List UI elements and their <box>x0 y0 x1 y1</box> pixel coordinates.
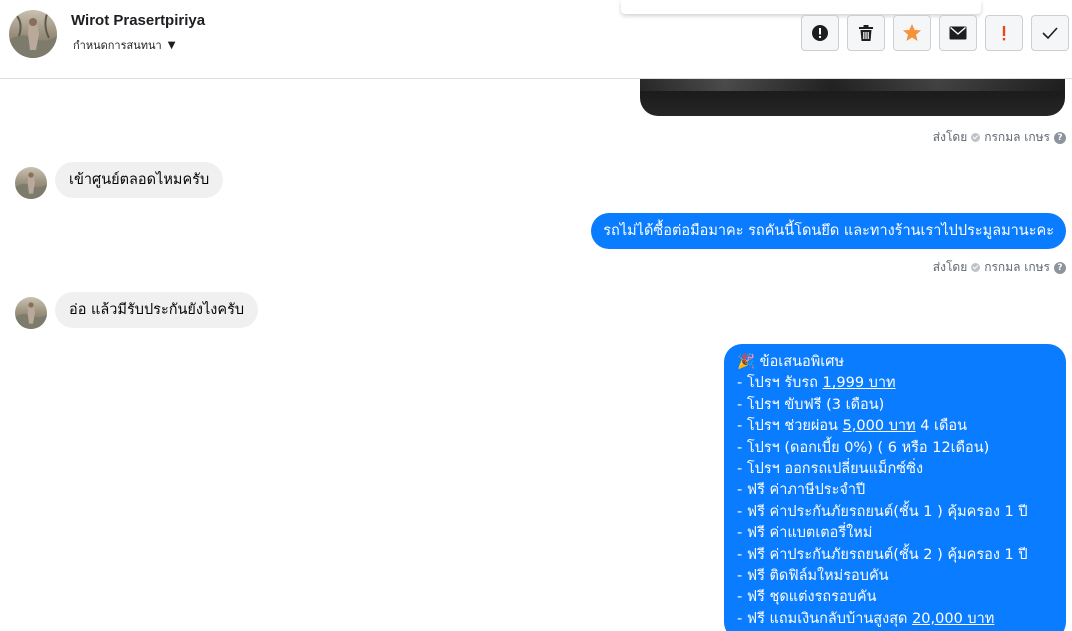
sent-by-line: ส่งโดย กรกมล เกษร ? <box>933 258 1066 277</box>
special-offer-message[interactable]: 🎉 ข้อเสนอพิเศษ - โปรฯ รับรถ 1,999 บาท - โ… <box>724 344 1066 631</box>
contact-name[interactable]: Wirot Prasertpiriya <box>71 12 205 29</box>
sender-name[interactable]: กรกมล เกษร <box>984 258 1050 277</box>
offer-line-text: - ฟรี ชุดแต่งรถรอบคัน <box>737 589 877 606</box>
offer-line-text: - ฟรี ติดฟิล์มใหม่รอบคัน <box>737 567 889 584</box>
envelope-icon <box>949 26 967 40</box>
offer-line: - ฟรี แถมเงินกลับบ้านสูงสุด 20,000 บาท <box>737 609 1053 630</box>
offer-line: - ฟรี ค่าประกันภัยรถยนต์(ชั้น 1 ) คุ้มคร… <box>737 502 1053 523</box>
offer-line: - โปรฯ ขับฟรี (3 เดือน) <box>737 395 1053 416</box>
contact-avatar-small[interactable] <box>15 167 47 199</box>
conversation-settings-dropdown[interactable]: กำหนดการสนทนา ▼ <box>73 36 175 54</box>
offer-line-text: - โปรฯ ช่วยผ่อน <box>737 418 843 435</box>
alert-circle-icon <box>812 25 828 41</box>
sent-by-line: ส่งโดย กรกมล เกษร ? <box>933 128 1066 147</box>
offer-line-text: - โปรฯ รับรถ <box>737 375 823 392</box>
offer-line: - ฟรี ชุดแต่งรถรอบคัน <box>737 587 1053 608</box>
contact-avatar-small[interactable] <box>15 297 47 329</box>
exclamation-icon <box>1002 26 1006 41</box>
sender-name[interactable]: กรกมล เกษร <box>984 128 1050 147</box>
offer-line: - ฟรี ค่าแบตเตอรี่ใหม่ <box>737 523 1053 544</box>
mark-unread-button[interactable] <box>939 15 977 51</box>
conversation-settings-label: กำหนดการสนทนา <box>73 39 162 52</box>
mark-spam-button[interactable] <box>801 15 839 51</box>
caret-down-icon: ▼ <box>167 39 176 51</box>
offer-line: - โปรฯ ช่วยผ่อน 5,000 บาท 4 เดือน <box>737 416 1053 437</box>
offer-line-text: - ฟรี ค่าประกันภัยรถยนต์(ชั้น 2 ) คุ้มคร… <box>737 546 1028 563</box>
offer-line: - ฟรี ค่าประกันภัยรถยนต์(ชั้น 2 ) คุ้มคร… <box>737 545 1053 566</box>
help-icon[interactable]: ? <box>1054 261 1066 274</box>
offer-amount-link[interactable]: 20,000 บาท <box>912 611 994 627</box>
seen-check-icon <box>971 133 981 142</box>
incoming-message[interactable]: เข้าศูนย์ตลอดไหมครับ <box>55 162 224 198</box>
mark-important-button[interactable] <box>985 15 1023 51</box>
mark-done-button[interactable] <box>1031 15 1069 51</box>
offer-line-text: - โปรฯ ขับฟรี (3 เดือน) <box>737 396 885 413</box>
party-popper-icon: 🎉 <box>737 354 756 370</box>
offer-line-text: - ฟรี ค่าประกันภัยรถยนต์(ชั้น 1 ) คุ้มคร… <box>737 503 1028 520</box>
star-icon <box>903 24 921 41</box>
offer-line-text: - โปรฯ ออกรถเปลี่ยนแม็กซ์ซิ่ง <box>737 460 924 477</box>
incoming-message[interactable]: อ่อ แล้วมีรับประกันยังไงครับ <box>55 292 259 328</box>
offer-amount-link[interactable]: 5,000 บาท <box>843 418 916 434</box>
image-attachment[interactable] <box>640 79 1065 116</box>
offer-line: - โปรฯ รับรถ 1,999 บาท <box>737 373 1053 394</box>
help-icon[interactable]: ? <box>1054 131 1066 144</box>
offer-amount-link[interactable]: 1,999 บาท <box>823 375 896 391</box>
check-icon <box>1042 27 1058 40</box>
seen-check-icon <box>971 263 981 272</box>
offer-line-text: 4 เดือน <box>915 418 968 435</box>
trash-icon <box>859 25 873 41</box>
message-thread[interactable]: ส่งโดย กรกมล เกษร ? เข้าศูนย์ตลอดไหมครับ… <box>0 79 1072 631</box>
sent-by-label: ส่งโดย <box>932 130 968 144</box>
outgoing-message[interactable]: รถไม่ได้ซื้อต่อมือมาคะ รถคันนี้โดนยึด แล… <box>591 213 1066 249</box>
offer-title: ข้อเสนอพิเศษ <box>759 354 844 370</box>
delete-button[interactable] <box>847 15 885 51</box>
header-action-bar <box>801 15 1069 51</box>
sent-by-label: ส่งโดย <box>932 260 968 274</box>
offer-line: - ฟรี ค่าภาษีประจำปี <box>737 480 1053 501</box>
popover-panel-edge <box>621 0 981 14</box>
offer-line: - โปรฯ (ดอกเบี้ย 0%) ( 6 หรือ 12เดือน) <box>737 438 1053 459</box>
conversation-header: Wirot Prasertpiriya กำหนดการสนทนา ▼ <box>0 0 1072 79</box>
image-content <box>640 79 1065 91</box>
contact-avatar[interactable] <box>9 10 57 58</box>
offer-title-line: 🎉 ข้อเสนอพิเศษ <box>737 352 1053 373</box>
offer-line-text: - โปรฯ (ดอกเบี้ย 0%) ( 6 หรือ 12เดือน) <box>737 439 990 456</box>
offer-line-text: - ฟรี แถมเงินกลับบ้านสูงสุด <box>737 610 913 627</box>
star-button[interactable] <box>893 15 931 51</box>
offer-line: - ฟรี ติดฟิล์มใหม่รอบคัน <box>737 566 1053 587</box>
offer-line-text: - ฟรี ค่าภาษีประจำปี <box>737 482 866 499</box>
offer-line-text: - ฟรี ค่าแบตเตอรี่ใหม่ <box>737 525 873 542</box>
offer-line: - โปรฯ ออกรถเปลี่ยนแม็กซ์ซิ่ง <box>737 459 1053 480</box>
